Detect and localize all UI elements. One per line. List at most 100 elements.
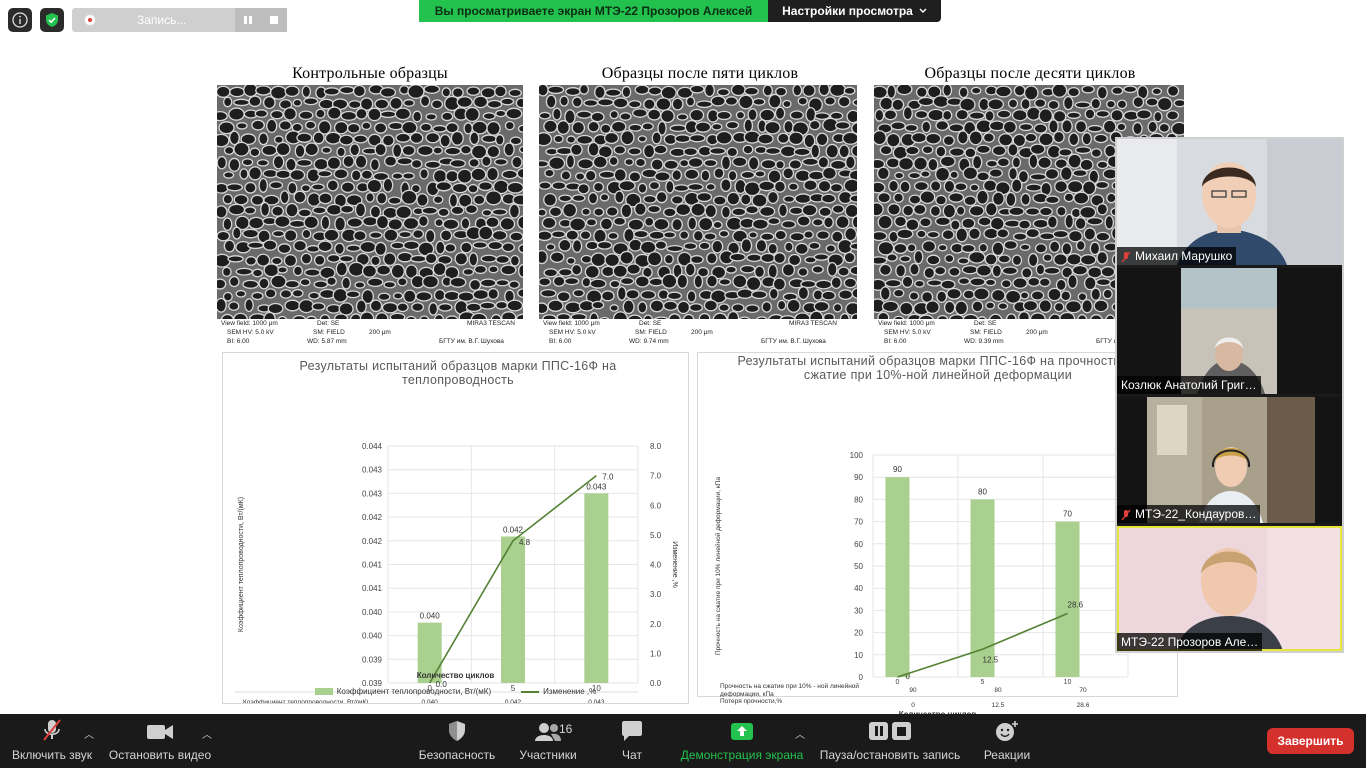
share-screen-arrow-icon (731, 723, 753, 740)
chat-label: Чат (622, 748, 642, 762)
participant-name: Козлюк Анатолий Григ… (1121, 378, 1257, 392)
screen-share-banner: Вы просматриваете экран МТЭ-22 Прозоров … (419, 0, 941, 22)
video-tile[interactable]: МТЭ-22_Кондауров… (1117, 397, 1342, 523)
bar (1055, 521, 1080, 677)
end-meeting-button[interactable]: Завершить (1267, 728, 1354, 754)
sem-bi: BI: 6.00 (549, 338, 572, 345)
reactions-button[interactable]: Реакции (978, 714, 1036, 768)
participant-name-tag: МТЭ-22_Кондауров… (1117, 505, 1261, 523)
pause-stop-recording-label: Пауза/остановить запись (819, 748, 961, 762)
stop-recording-button[interactable] (261, 8, 287, 32)
table-cell: 0 (911, 702, 915, 709)
participants-count: 16 (559, 722, 573, 736)
sem-micrograph (217, 85, 523, 319)
participant-name: Михаил Марушко (1135, 249, 1233, 263)
unmute-button[interactable]: Включить звук (8, 714, 96, 768)
table-cell: 0.042 (505, 699, 522, 703)
sem-bi: BI: 6.00 (884, 338, 907, 345)
view-options-label: Настройки просмотра (782, 4, 913, 18)
sem-bi: BI: 6.00 (227, 338, 250, 345)
participant-name-tag: Михаил Марушко (1117, 247, 1237, 265)
sem-hv: SEM HV: 5.0 kV (884, 329, 931, 336)
table-cell: 70 (1079, 687, 1087, 694)
y-tick-label: 40 (854, 584, 863, 593)
participants-gallery: Михаил Марушко Козлюк Анатолий Григ… МТЭ… (1115, 137, 1344, 653)
y-tick-label: 100 (850, 451, 864, 460)
chat-button[interactable]: Чат (604, 714, 660, 768)
y-tick-label: 60 (854, 540, 863, 549)
bar-value-label: 80 (978, 487, 987, 496)
share-screen-button[interactable]: Демонстрация экрана (676, 714, 808, 768)
shield-check-icon[interactable] (40, 8, 64, 32)
pause-recording-button[interactable] (235, 8, 261, 32)
participants-icon (535, 723, 561, 741)
legend-item: Изменение ,% (521, 687, 596, 696)
sem-wd: WD: 9.39 mm (964, 338, 1004, 345)
share-options-chevron-icon[interactable]: ︿ (795, 726, 805, 741)
recording-indicator: Запись... (72, 8, 287, 32)
y-tick-label: 70 (854, 518, 863, 527)
table-cell: 0.040 (422, 699, 439, 703)
sem-scan-mode: SM: FIELD (970, 329, 1002, 336)
video-tile-active-speaker[interactable]: МТЭ-22 Прозоров Але… (1117, 526, 1342, 651)
bar (584, 493, 609, 683)
info-icon[interactable] (8, 8, 32, 32)
audio-options-chevron-icon[interactable]: ︿ (84, 726, 94, 741)
sem-view-field: View field: 1000 μm (543, 320, 600, 327)
sem-brand: MIRA3 TESCAN (789, 320, 837, 327)
participants-label: Участники (519, 748, 577, 762)
column-title-control: Контрольные образцы (292, 65, 448, 82)
sem-scale: 200 μm (691, 329, 713, 336)
reactions-label: Реакции (983, 748, 1031, 762)
y-tick-label: 0.043 (362, 489, 383, 498)
chart-thermal-conductivity: Результаты испытаний образцов марки ППС-… (222, 352, 689, 704)
stop-video-button[interactable]: Остановить видео (106, 714, 214, 768)
chat-bubble-icon (622, 721, 642, 741)
video-options-chevron-icon[interactable]: ︿ (202, 726, 212, 741)
bar-value-label: 0.043 (586, 482, 607, 491)
x-axis-title: Количество циклов (416, 671, 495, 680)
sem-scan-mode: SM: FIELD (313, 329, 345, 336)
video-tile[interactable]: Михаил Марушко (1117, 139, 1342, 265)
sem-hv: SEM HV: 5.0 kV (549, 329, 596, 336)
recording-label: Запись... (137, 13, 187, 27)
stop-video-label: Остановить видео (108, 748, 212, 762)
shield-icon (449, 721, 465, 741)
y-axis-title: Прочность на сжатие при 10% линейной деф… (714, 477, 722, 655)
pause-stop-recording-button[interactable]: Пауза/остановить запись (816, 714, 964, 768)
line-value-label: 28.6 (1068, 601, 1084, 610)
smiley-plus-icon (996, 721, 1018, 741)
y-tick-label: 0.041 (362, 561, 383, 570)
video-tile[interactable]: Козлюк Анатолий Григ… (1117, 268, 1342, 394)
participant-name-tag: Козлюк Анатолий Григ… (1117, 376, 1261, 394)
y2-tick-label: 2.0 (650, 620, 662, 629)
line-value-label: 7.0 (602, 473, 614, 482)
y-tick-label: 50 (854, 562, 863, 571)
view-options-button[interactable]: Настройки просмотра (768, 0, 941, 22)
bar (885, 477, 910, 677)
y-axis-title: Коэффициент теплопроводности, Вт/(мК) (238, 497, 245, 632)
security-label: Безопасность (418, 748, 496, 762)
sem-wd: WD: 9.74 mm (629, 338, 669, 345)
table-cell: 80 (994, 687, 1002, 694)
chart-compressive-strength: Результаты испытаний образцов марки ППС-… (697, 352, 1178, 743)
table-cell: 90 (909, 687, 917, 694)
bar-value-label: 0.042 (503, 525, 524, 534)
y-tick-label: 0.044 (362, 442, 383, 451)
y2-tick-label: 4.0 (650, 561, 662, 570)
table-cell: 28.6 (1076, 702, 1090, 709)
chevron-down-icon (919, 8, 927, 13)
y-tick-label: 0.041 (362, 584, 383, 593)
column-title-ten-cycles: Образцы после десяти циклов (924, 65, 1136, 82)
y-tick-label: 10 (854, 651, 863, 660)
participants-button[interactable]: 16 Участники (514, 714, 582, 768)
security-button[interactable]: Безопасность (413, 714, 501, 768)
chart-title: Результаты испытаний образцов марки ППС-… (737, 354, 1139, 382)
x-tick-label: 5 (981, 679, 985, 686)
bar-value-label: 70 (1063, 510, 1072, 519)
sem-scale: 200 μm (1026, 329, 1048, 336)
sem-view-field: View field: 1000 μm (221, 320, 278, 327)
sem-detector: Det: SE (639, 320, 662, 327)
muted-mic-icon (1121, 508, 1131, 521)
y2-tick-label: 8.0 (650, 442, 662, 451)
